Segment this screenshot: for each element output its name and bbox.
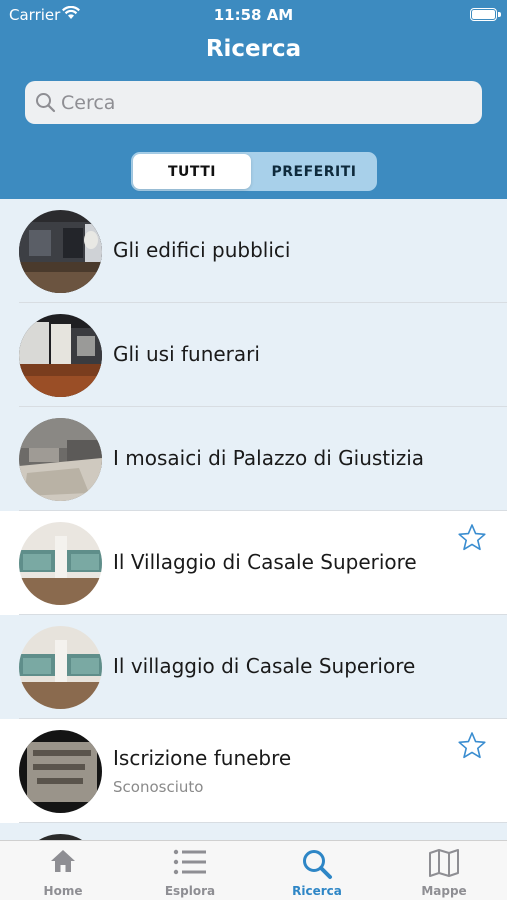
status-time: 11:58 AM bbox=[213, 6, 294, 24]
tab-home[interactable]: Home bbox=[0, 841, 126, 900]
list-item[interactable]: Il Villaggio di Casale Superiore bbox=[0, 511, 507, 615]
tab-bar: Home Esplora Ricerca Mappe bbox=[0, 840, 507, 900]
segment-all[interactable]: TUTTI bbox=[133, 154, 251, 189]
item-thumbnail bbox=[19, 418, 102, 501]
map-icon bbox=[428, 848, 460, 882]
tab-label: Home bbox=[43, 884, 83, 898]
page-title: Ricerca bbox=[205, 36, 302, 62]
list-item[interactable]: Gli edifici pubblici bbox=[0, 199, 507, 303]
item-subtitle: Sconosciuto bbox=[113, 778, 204, 796]
item-title: Gli usi funerari bbox=[113, 342, 260, 366]
item-title: Gli edifici pubblici bbox=[113, 238, 291, 262]
search-bar[interactable] bbox=[25, 81, 482, 124]
item-thumbnail bbox=[19, 314, 102, 397]
item-thumbnail bbox=[19, 730, 102, 813]
results-list: Gli edifici pubblici Gli usi funerari I … bbox=[0, 199, 507, 840]
tab-ricerca[interactable]: Ricerca bbox=[254, 841, 380, 900]
item-title: Il villaggio di Casale Superiore bbox=[113, 654, 416, 678]
item-title: Il Villaggio di Casale Superiore bbox=[113, 550, 417, 574]
home-icon bbox=[49, 848, 77, 878]
list-item[interactable]: I mosaici di Palazzo di Giustizia bbox=[0, 407, 507, 511]
battery-icon bbox=[470, 8, 497, 21]
tab-mappe[interactable]: Mappe bbox=[381, 841, 507, 900]
segment-favorites[interactable]: PREFERITI bbox=[253, 154, 375, 189]
battery-cap bbox=[498, 12, 501, 17]
list-item[interactable] bbox=[0, 823, 507, 840]
list-item[interactable]: Gli usi funerari bbox=[0, 303, 507, 407]
tab-esplora[interactable]: Esplora bbox=[127, 841, 253, 900]
header: Carrier 11:58 AM Ricerca TUTTI PREFERITI bbox=[0, 0, 507, 199]
item-thumbnail bbox=[19, 626, 102, 709]
filter-segmented-control: TUTTI PREFERITI bbox=[131, 152, 377, 191]
tab-label: Esplora bbox=[164, 884, 216, 898]
tab-label: Ricerca bbox=[292, 884, 342, 898]
item-thumbnail bbox=[19, 210, 102, 293]
favorite-star-icon[interactable] bbox=[457, 523, 487, 556]
status-bar: Carrier 11:58 AM bbox=[0, 0, 507, 28]
search-input[interactable] bbox=[61, 81, 461, 124]
list-item[interactable]: Iscrizione funebre Sconosciuto bbox=[0, 719, 507, 823]
item-title: Iscrizione funebre bbox=[113, 746, 292, 770]
favorite-star-icon[interactable] bbox=[457, 731, 487, 764]
tab-label: Mappe bbox=[421, 884, 467, 898]
list-icon bbox=[173, 848, 207, 880]
item-title: I mosaici di Palazzo di Giustizia bbox=[113, 446, 425, 470]
list-item[interactable]: Il villaggio di Casale Superiore bbox=[0, 615, 507, 719]
search-icon bbox=[301, 848, 333, 884]
item-thumbnail bbox=[19, 522, 102, 605]
search-icon bbox=[35, 92, 56, 117]
